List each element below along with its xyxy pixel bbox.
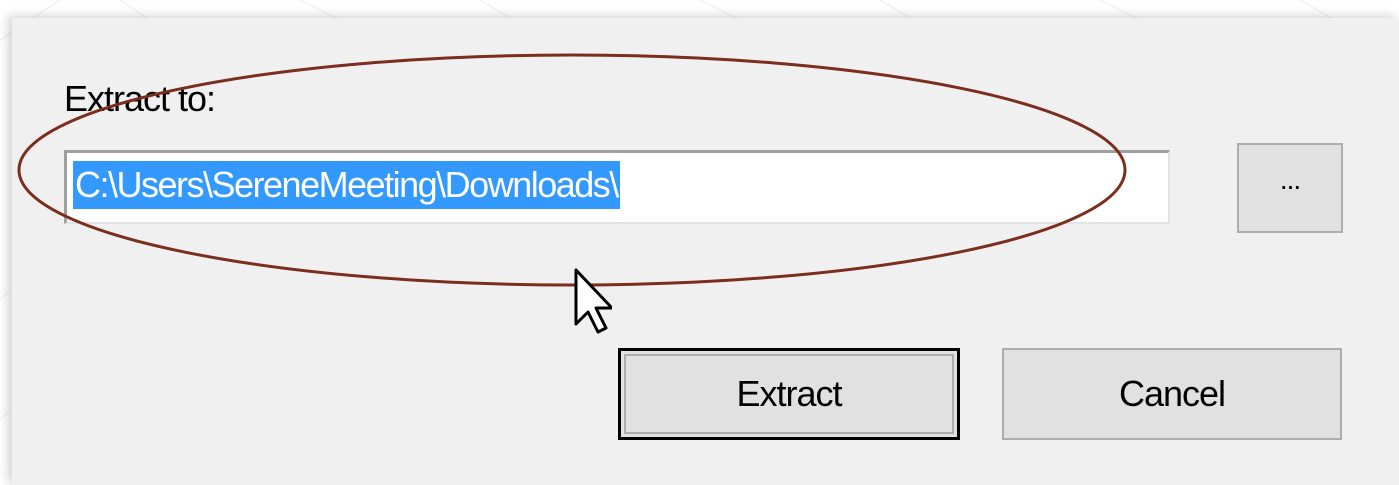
- extract-dialog: Extract to: C:\Users\SereneMeeting\Downl…: [12, 18, 1399, 485]
- extract-button[interactable]: Extract: [618, 348, 960, 440]
- extract-path-input[interactable]: C:\Users\SereneMeeting\Downloads\: [64, 150, 1170, 224]
- browse-button[interactable]: ...: [1237, 143, 1343, 233]
- extract-path-value[interactable]: C:\Users\SereneMeeting\Downloads\: [73, 161, 620, 209]
- cancel-button[interactable]: Cancel: [1002, 348, 1342, 440]
- arrow-cursor-icon: [574, 268, 612, 334]
- extract-to-label: Extract to:: [64, 78, 216, 119]
